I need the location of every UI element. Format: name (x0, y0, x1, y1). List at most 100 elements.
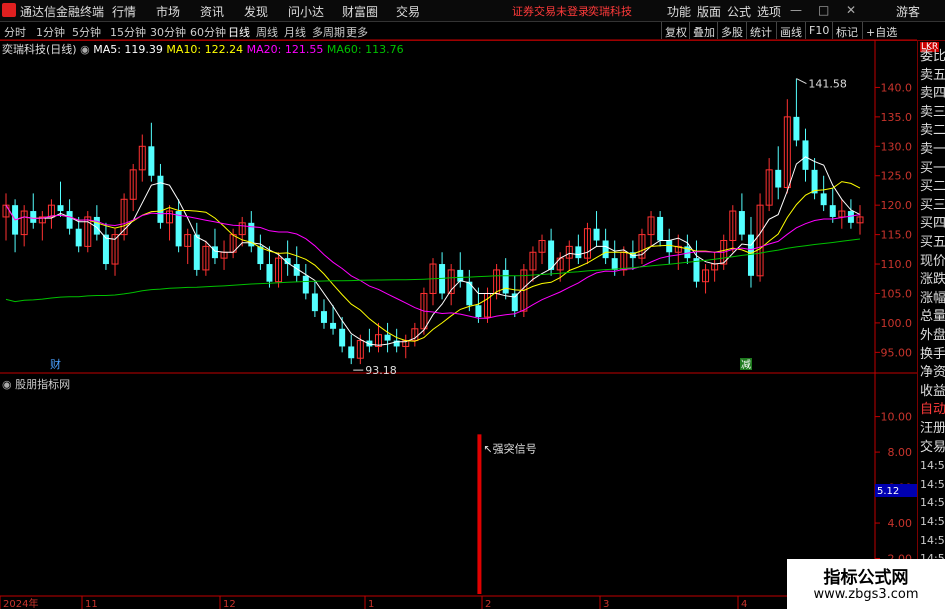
panel-label-19[interactable]: 自动 (920, 402, 945, 417)
reduce-marker: 减 (741, 359, 751, 371)
current-value-label: 5.12 (877, 486, 899, 497)
candle-body (457, 269, 464, 282)
quote-side-panel: LKR 委比 卖五 卖四 卖三 卖二 卖一 买一 买二 买三 买四 买五 现价 涨跌 涨幅 总量 外盘 换手 净资… (917, 41, 945, 609)
candle-body (57, 205, 64, 212)
candle-body (602, 240, 609, 259)
candle-body (511, 293, 518, 312)
time-tick-label: 2 (485, 599, 491, 609)
panel-label-8: 买三 (920, 197, 945, 213)
candle-body (820, 193, 827, 206)
panel-label-17: 净资 (920, 365, 945, 381)
candle-body (611, 258, 618, 270)
price-tick-label: 140.0 (881, 81, 913, 94)
candle-body (793, 116, 800, 141)
candle-body (475, 305, 482, 318)
panel-label-1: 卖五 (920, 67, 945, 83)
candle-body (66, 211, 73, 229)
finance-marker: 财 (50, 357, 61, 371)
site-watermark: 指标公式网 www.zbgs3.com (787, 559, 945, 609)
candle-body (30, 211, 37, 223)
panel-label-15: 外盘 (920, 328, 945, 343)
candle-body (738, 211, 745, 235)
low-price-label: 93.18 (365, 364, 397, 377)
candle-body (829, 205, 836, 217)
panel-label-6: 买一 (920, 160, 945, 176)
candle-body (348, 346, 355, 359)
ind-tick-label: 4.00 (888, 517, 913, 530)
panel-label-5: 卖一 (920, 142, 945, 157)
candle-body (257, 246, 264, 265)
time-tick-label: 11 (85, 599, 98, 609)
ind-tick-label: 8.00 (888, 446, 913, 459)
panel-label-0: 委比 (920, 49, 945, 64)
high-price-label: 141.58 (808, 78, 847, 91)
time-tick-label: 4 (741, 599, 747, 609)
signal-label: ↖强突信号 (483, 441, 536, 455)
panel-label-26: 14:56 (920, 533, 945, 547)
candle-body (747, 234, 754, 276)
price-tick-label: 115.0 (881, 229, 913, 242)
candle-body (302, 275, 309, 294)
panel-label-3: 卖三 (920, 104, 945, 120)
kline-chart[interactable]: 140.0 135.0 130.0 125.0 120.0 115.0 110.0 105.0… (0, 0, 917, 609)
candle-body (330, 322, 337, 329)
panel-label-12: 涨跌 (920, 272, 945, 288)
time-tick-label: 12 (223, 599, 236, 609)
candle-body (175, 211, 182, 247)
candle-body (802, 140, 809, 170)
candle-body (266, 264, 273, 282)
panel-label-11: 现价 (920, 253, 945, 269)
price-tick-label: 135.0 (881, 111, 913, 124)
candle-body (657, 216, 664, 241)
time-tick-label: 1 (368, 599, 374, 609)
panel-label-21: 交易 (920, 439, 945, 455)
candle-body (775, 169, 782, 188)
watermark-title: 指标公式网 (823, 568, 909, 588)
panel-label-4: 卖二 (920, 123, 945, 139)
candle-body (102, 234, 109, 265)
time-tick-label: 2024年 (3, 597, 38, 609)
candle-body (75, 228, 82, 247)
panel-label-2: 卖四 (920, 86, 945, 102)
price-tick-label: 100.0 (881, 317, 913, 330)
candle-body (847, 211, 854, 223)
ma5-line (5, 156, 861, 346)
panel-label-9: 买四 (920, 216, 945, 232)
indicator-menu-icon[interactable]: ◉ (2, 378, 12, 391)
panel-label-23: 14:56 (920, 477, 945, 491)
candle-body (384, 334, 391, 341)
panel-label-7: 买二 (920, 179, 945, 195)
time-tick-label: 3 (603, 599, 609, 609)
panel-label-24: 14:56 (920, 496, 945, 510)
candle-body (502, 269, 509, 294)
signal-bar (477, 434, 482, 594)
candle-body (311, 293, 318, 312)
candle-body (339, 328, 346, 347)
candle-body (211, 246, 218, 259)
panel-label-10: 买五 (920, 235, 945, 250)
candle-body (320, 311, 327, 323)
ind-tick-label: 10.00 (881, 411, 913, 424)
price-tick-label: 120.0 (881, 199, 913, 212)
indicator-name: 股朋指标网 (15, 378, 71, 391)
high-pointer (796, 78, 807, 85)
panel-label-14: 总量 (920, 309, 945, 325)
panel-label-25: 14:56 (920, 515, 945, 528)
panel-label-22: 14:56 (920, 459, 945, 473)
watermark-url: www.zbgs3.com (813, 587, 919, 602)
price-tick-label: 95.00 (881, 346, 913, 359)
candle-body (593, 228, 600, 241)
panel-label-20: 汪册 (920, 421, 945, 436)
candle-body (666, 240, 673, 253)
price-tick-label: 110.0 (881, 258, 913, 271)
indicator-title: ◉ 股朋指标网 (2, 376, 70, 392)
candle-body (575, 246, 582, 259)
candle-body (193, 234, 200, 270)
panel-label-13: 涨幅 (920, 290, 945, 306)
price-tick-label: 105.0 (881, 287, 913, 300)
candle-body (148, 146, 155, 176)
panel-label-18: 收益 (920, 383, 945, 399)
price-tick-label: 130.0 (881, 140, 913, 153)
price-tick-label: 125.0 (881, 170, 913, 183)
panel-label-16: 换手 (920, 346, 945, 362)
